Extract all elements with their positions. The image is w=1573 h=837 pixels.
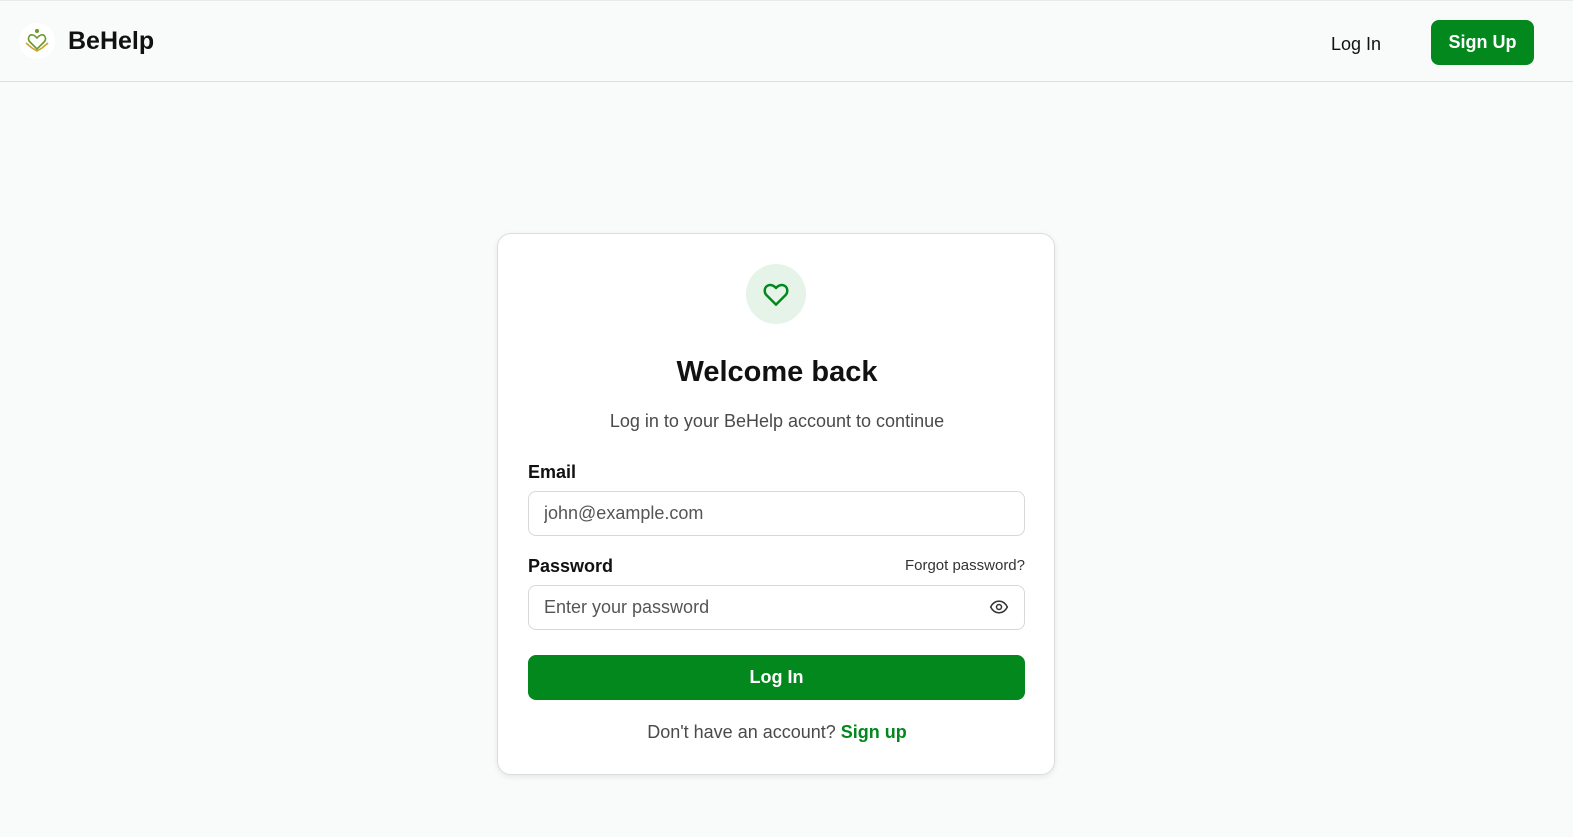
brand[interactable]: BeHelp [19, 23, 154, 59]
heart-icon [763, 283, 789, 306]
signup-prompt-text: Don't have an account? [647, 722, 836, 742]
nav-login-link[interactable]: Log In [1316, 25, 1396, 63]
heart-hands-logo-icon [19, 23, 55, 59]
heart-badge [746, 264, 806, 324]
page-title: Welcome back [676, 356, 878, 388]
password-label: Password [528, 556, 614, 576]
email-field[interactable] [528, 491, 1025, 536]
eye-icon[interactable] [988, 596, 1010, 618]
forgot-password-link[interactable]: Forgot password? [878, 557, 1025, 574]
password-field[interactable] [528, 585, 1025, 630]
login-button[interactable]: Log In [528, 655, 1025, 700]
brand-name: BeHelp [68, 26, 155, 55]
login-card: Welcome back Log in to your BeHelp accou… [497, 233, 1055, 775]
nav-signup-button[interactable]: Sign Up [1431, 20, 1534, 65]
email-label: Email [528, 462, 577, 482]
page-subtitle: Log in to your BeHelp account to continu… [609, 411, 945, 431]
signup-prompt: Don't have an account? Sign up [498, 722, 1056, 743]
signup-link[interactable]: Sign up [841, 722, 907, 742]
top-navbar: BeHelp Log In Sign Up [0, 0, 1573, 82]
